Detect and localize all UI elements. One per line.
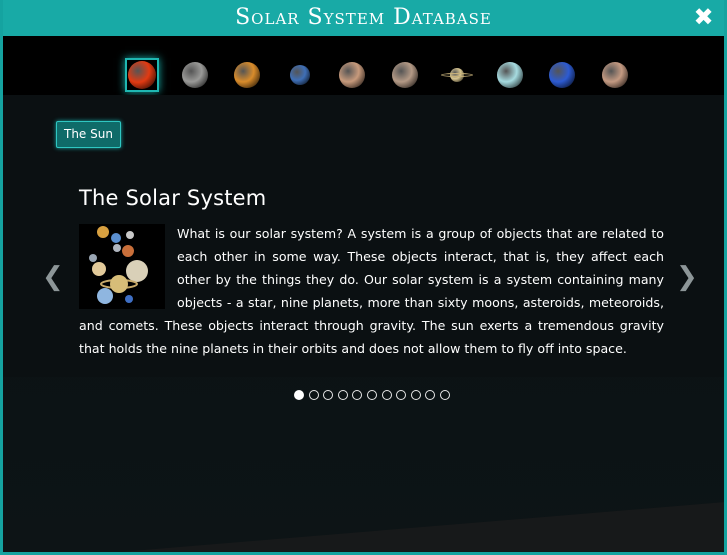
uranus-globe [497,62,523,88]
mars-globe [339,62,365,88]
carousel-dot[interactable] [352,390,363,400]
next-arrow-icon[interactable]: ❯ [676,263,698,291]
sun-globe [128,61,156,89]
planet-saturn-icon[interactable] [440,58,474,92]
carousel-dot[interactable] [381,390,392,400]
solar-system-window: Solar System Database ✖ The Sun The Sola… [0,0,727,555]
planet-mercury-icon[interactable] [178,58,212,92]
planet-jupiter-icon[interactable] [388,58,422,92]
window-title: Solar System Database [235,5,492,30]
carousel-dot[interactable] [323,390,334,400]
carousel-dot[interactable] [396,390,407,400]
jupiter-globe [392,62,418,88]
venus-globe [234,62,260,88]
planet-pluto-icon[interactable] [598,58,632,92]
planet-earth-icon[interactable] [283,58,317,92]
planet-sun-icon[interactable] [125,58,159,92]
article-body: What is our solar system? A system is a … [79,222,664,360]
carousel-dot[interactable] [337,390,348,400]
planet-selector-bar [3,36,724,95]
planet-neptune-icon[interactable] [545,58,579,92]
earth-globe [290,65,310,85]
title-bar: Solar System Database ✖ [3,0,724,36]
pluto-globe [602,62,628,88]
saturn-ring [441,73,473,77]
planet-uranus-icon[interactable] [493,58,527,92]
carousel-dot[interactable] [367,390,377,400]
carousel-dot[interactable] [294,390,304,400]
carousel-dot[interactable] [308,390,319,400]
close-icon[interactable]: ✖ [690,3,718,31]
neptune-globe [549,62,575,88]
carousel-dot[interactable] [425,390,436,400]
planet-venus-icon[interactable] [230,58,264,92]
planet-mars-icon[interactable] [335,58,369,92]
article-heading: The Solar System [79,186,267,210]
carousel-dot[interactable] [440,390,450,400]
floor-shading [122,502,724,552]
carousel-dot[interactable] [410,390,421,400]
previous-arrow-icon[interactable]: ❮ [42,263,64,291]
the-sun-tag[interactable]: The Sun [56,121,121,148]
mercury-globe [182,62,208,88]
